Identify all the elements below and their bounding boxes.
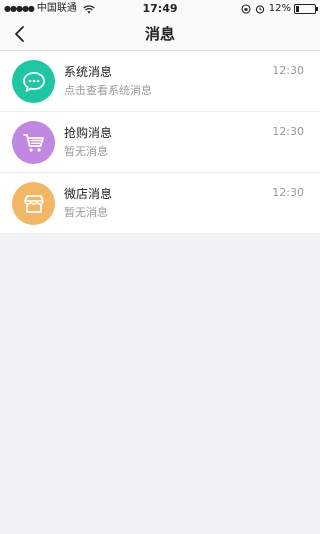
message-time: 12:30: [272, 125, 304, 138]
message-title: 微店消息: [64, 187, 113, 201]
message-subtitle: 暂无消息: [64, 206, 108, 219]
battery-percent: 12%: [268, 3, 291, 14]
message-title: 系统消息: [64, 65, 113, 79]
message-item-micro-store[interactable]: 微店消息 暂无消息 12:30: [0, 173, 320, 233]
navigation-bar: 消息: [0, 18, 320, 51]
message-list: 系统消息 点击查看系统消息 12:30 抢购消息 暂无消息 12:30 微店消息: [0, 51, 320, 233]
message-item-system[interactable]: 系统消息 点击查看系统消息 12:30: [0, 51, 320, 112]
status-right: 12%: [241, 0, 318, 18]
battery-icon: [294, 4, 318, 14]
alarm-icon: [255, 4, 265, 14]
message-title: 抢购消息: [64, 126, 113, 140]
message-subtitle: 暂无消息: [64, 145, 108, 158]
shopping-cart-icon: [12, 121, 55, 164]
chat-bubble-icon: [12, 60, 55, 103]
status-bar: ●●●●● 中国联通 17:49 12%: [0, 0, 320, 18]
message-item-flash-sale[interactable]: 抢购消息 暂无消息 12:30: [0, 112, 320, 173]
page-title: 消息: [144, 25, 175, 43]
store-icon: [12, 182, 55, 225]
orientation-lock-icon: [241, 4, 251, 14]
message-time: 12:30: [272, 64, 304, 77]
message-subtitle: 点击查看系统消息: [64, 84, 152, 97]
message-time: 12:30: [272, 186, 304, 199]
